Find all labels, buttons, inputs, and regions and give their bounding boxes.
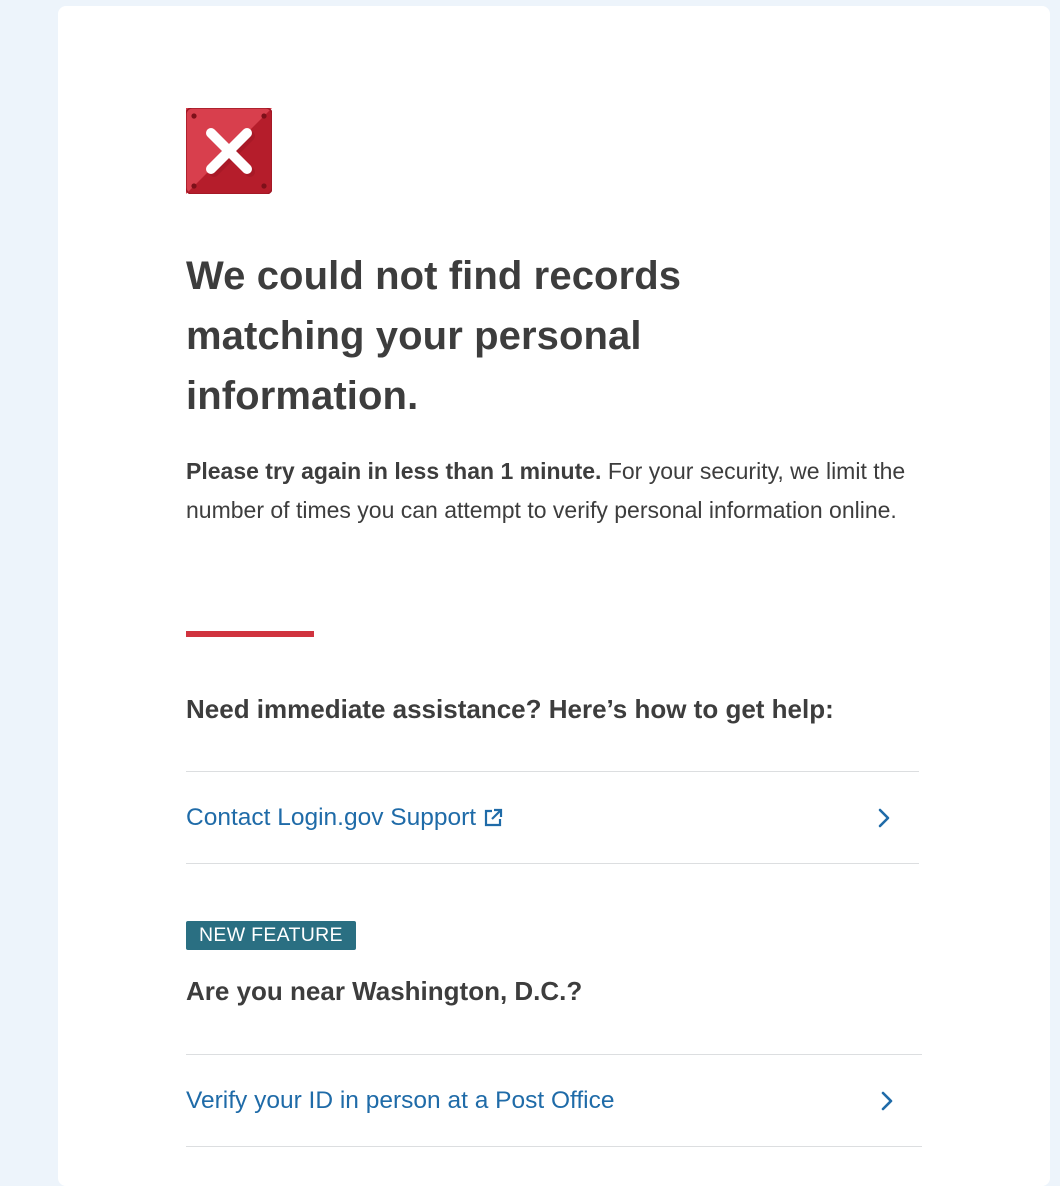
page-title: We could not find records matching your … [186,254,682,418]
accent-divider [186,631,314,637]
main-card: We could not find records matching your … [58,6,1050,1186]
post-office-link[interactable]: Verify your ID in person at a Post Offic… [186,1054,922,1147]
dc-heading: Are you near Washington, D.C.? [186,976,583,1006]
contact-support-link[interactable]: Contact Login.gov Support [186,771,919,864]
chevron-right-icon [878,808,890,827]
error-x-icon [186,108,272,194]
help-heading: Need immediate assistance? Here’s how to… [186,694,834,724]
intro-bold: Please try again in less than 1 minute. [186,458,602,484]
external-link-icon [485,808,503,826]
contact-support-label: Contact Login.gov Support [186,803,477,831]
post-office-label: Verify your ID in person at a Post Offic… [186,1086,615,1114]
intro-text: Please try again in less than 1 minute. … [186,452,906,529]
new-feature-badge: NEW FEATURE [186,921,356,950]
contact-support-label-wrap: Contact Login.gov Support [186,804,503,832]
chevron-right-icon [881,1091,893,1110]
